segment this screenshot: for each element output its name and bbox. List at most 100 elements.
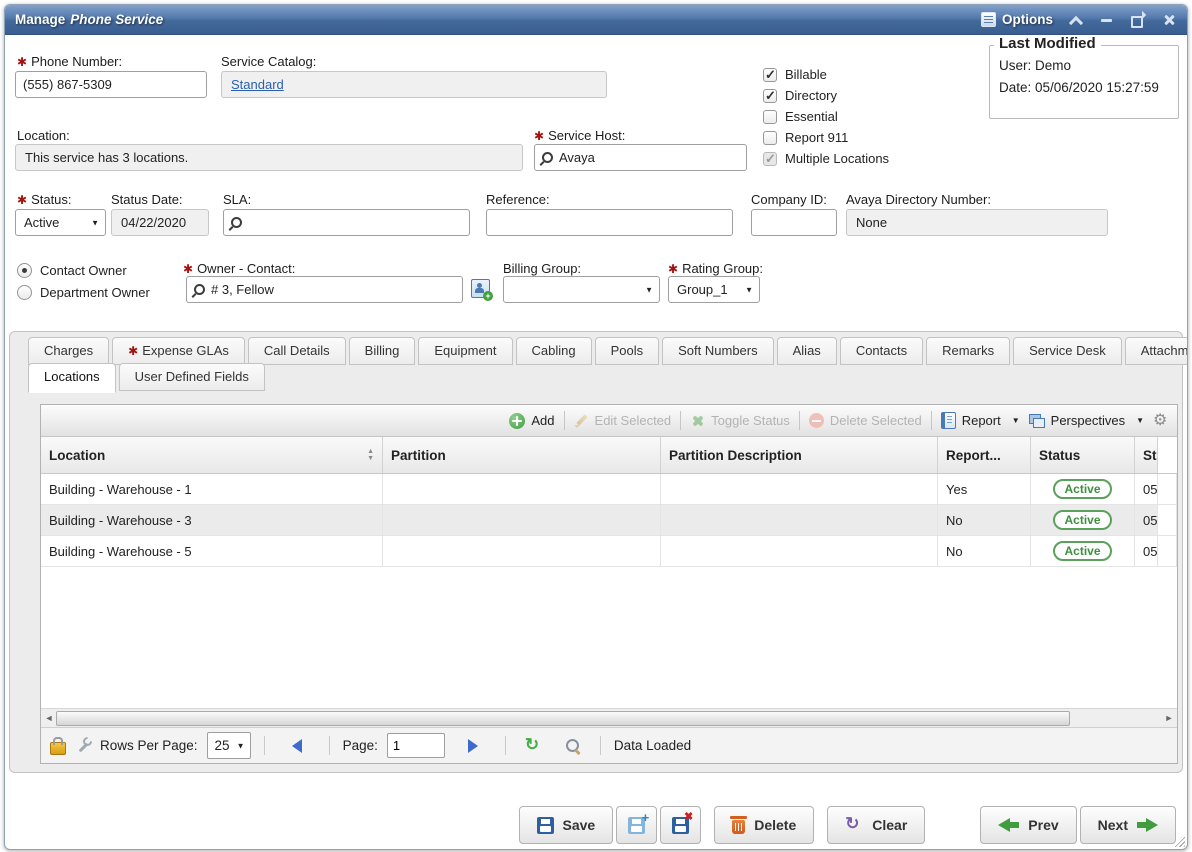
tab-call-details[interactable]: Call Details <box>248 337 346 365</box>
column-header-report[interactable]: Report... <box>938 437 1031 473</box>
tab-expense-glas[interactable]: ✱Expense GLAs <box>112 337 245 365</box>
service-catalog-link[interactable]: Standard <box>231 77 284 92</box>
billing-group-select[interactable] <box>503 276 660 303</box>
tab-equipment[interactable]: Equipment <box>418 337 512 365</box>
column-header-partition[interactable]: Partition <box>383 437 661 473</box>
report-911-checkbox[interactable]: Report 911 <box>763 130 848 145</box>
contact-owner-radio[interactable]: Contact Owner <box>17 263 127 278</box>
tab-billing[interactable]: Billing <box>349 337 416 365</box>
save-icon <box>537 817 554 834</box>
column-header-status-date[interactable]: St <box>1135 437 1158 473</box>
column-header-status[interactable]: Status <box>1031 437 1135 473</box>
table-row[interactable]: Building - Warehouse - 3 No Active 05 <box>41 505 1177 536</box>
add-button[interactable]: Add <box>509 413 554 429</box>
billable-checkbox[interactable]: Billable <box>763 67 827 82</box>
company-id-input[interactable] <box>751 209 837 236</box>
cell-status: Active <box>1031 505 1135 535</box>
essential-checkbox[interactable]: Essential <box>763 109 838 124</box>
report-dropdown[interactable]: Report <box>941 412 1020 429</box>
toggle-status-button[interactable]: Toggle Status <box>690 413 790 428</box>
tab-locations[interactable]: Locations <box>28 363 116 393</box>
directory-checkbox[interactable]: Directory <box>763 88 837 103</box>
next-button[interactable]: Next <box>1080 806 1176 844</box>
tab-soft-numbers[interactable]: Soft Numbers <box>662 337 773 365</box>
page-input[interactable] <box>387 733 445 758</box>
tab-user-defined-fields[interactable]: User Defined Fields <box>119 363 265 391</box>
cell-status-date: 05 <box>1135 505 1158 535</box>
avaya-directory-number-field: None <box>846 209 1108 236</box>
checkbox-icon <box>763 89 777 103</box>
cell-partition-description <box>661 505 938 535</box>
cell-partition <box>383 474 661 504</box>
minimize-icon[interactable] <box>1099 12 1115 28</box>
tab-remarks[interactable]: Remarks <box>926 337 1010 365</box>
clear-button[interactable]: Clear <box>827 806 925 844</box>
tab-cabling[interactable]: Cabling <box>516 337 592 365</box>
gear-icon[interactable] <box>1153 413 1169 429</box>
expand-icon[interactable] <box>1130 12 1146 28</box>
rating-group-select[interactable]: Group_1 <box>668 276 760 303</box>
wrench-icon[interactable] <box>75 738 91 754</box>
search-icon[interactable] <box>566 739 579 752</box>
required-marker: ✱ <box>17 193 27 207</box>
refresh-icon[interactable] <box>525 737 543 755</box>
perspectives-icon <box>1029 414 1045 428</box>
prev-button[interactable]: Prev <box>980 806 1076 844</box>
previous-page-icon[interactable] <box>292 739 302 753</box>
search-icon <box>231 217 242 228</box>
collapse-icon[interactable] <box>1068 12 1084 28</box>
table-row[interactable]: Building - Warehouse - 1 Yes Active 05 <box>41 474 1177 505</box>
table-row[interactable]: Building - Warehouse - 5 No Active 05 <box>41 536 1177 567</box>
cell-partition-description <box>661 536 938 566</box>
grid-pager: Rows Per Page: 25 Page: Data Loaded <box>41 727 1177 763</box>
delete-selected-button[interactable]: Delete Selected <box>809 413 922 428</box>
delete-button[interactable]: Delete <box>714 806 814 844</box>
tab-contacts[interactable]: Contacts <box>840 337 923 365</box>
last-modified-legend: Last Modified <box>994 35 1101 52</box>
clear-icon <box>845 816 863 834</box>
column-header-partition-description[interactable]: Partition Description <box>661 437 938 473</box>
column-header-location[interactable]: Location <box>41 437 383 473</box>
last-modified-date: Date: 05/06/2020 15:27:59 <box>999 80 1159 95</box>
tab-attachments[interactable]: Attachments <box>1125 337 1188 365</box>
checkbox-icon <box>763 110 777 124</box>
perspectives-dropdown[interactable]: Perspectives <box>1029 413 1144 428</box>
cell-report: Yes <box>938 474 1031 504</box>
toolbar-separator <box>799 411 800 430</box>
save-button[interactable]: Save <box>519 806 614 844</box>
scrollbar-thumb[interactable] <box>56 711 1070 726</box>
manage-phone-service-window: ManagePhone Service Options ✱Phone Numbe… <box>4 4 1188 850</box>
sla-input[interactable] <box>223 209 470 236</box>
add-contact-icon[interactable]: + <box>469 277 493 301</box>
report-icon <box>941 412 956 429</box>
owner-contact-input[interactable]: # 3, Fellow <box>186 276 463 303</box>
grid-empty-area <box>41 567 1177 708</box>
edit-selected-button[interactable]: Edit Selected <box>574 413 672 428</box>
tab-pools[interactable]: Pools <box>595 337 660 365</box>
tab-alias[interactable]: Alias <box>777 337 837 365</box>
trash-icon <box>732 820 745 834</box>
horizontal-scrollbar[interactable]: ◄ ► <box>41 708 1177 727</box>
scroll-left-icon[interactable]: ◄ <box>42 711 56 725</box>
department-owner-radio[interactable]: Department Owner <box>17 285 150 300</box>
lock-icon[interactable] <box>50 742 66 755</box>
next-page-icon[interactable] <box>468 739 478 753</box>
multiple-locations-checkbox: Multiple Locations <box>763 151 889 166</box>
grid-header: Location Partition Partition Description… <box>41 437 1177 474</box>
reference-input[interactable] <box>486 209 733 236</box>
rows-per-page-select[interactable]: 25 <box>207 732 251 759</box>
status-select[interactable]: Active <box>15 209 106 236</box>
tab-charges[interactable]: Charges <box>28 337 109 365</box>
tab-service-desk[interactable]: Service Desk <box>1013 337 1122 365</box>
save-and-close-button[interactable]: ✖ <box>660 806 701 844</box>
close-icon[interactable] <box>1161 12 1177 28</box>
status-date-field: 04/22/2020 <box>111 209 209 236</box>
options-button[interactable]: Options <box>981 12 1053 27</box>
phone-number-input[interactable] <box>15 71 207 98</box>
required-marker: ✱ <box>668 262 678 276</box>
save-and-new-button[interactable]: + <box>616 806 657 844</box>
header-scroll-strip <box>1158 437 1177 473</box>
scroll-right-icon[interactable]: ► <box>1162 711 1176 725</box>
service-host-input[interactable]: Avaya <box>534 144 747 171</box>
reference-label: Reference: <box>486 192 550 207</box>
